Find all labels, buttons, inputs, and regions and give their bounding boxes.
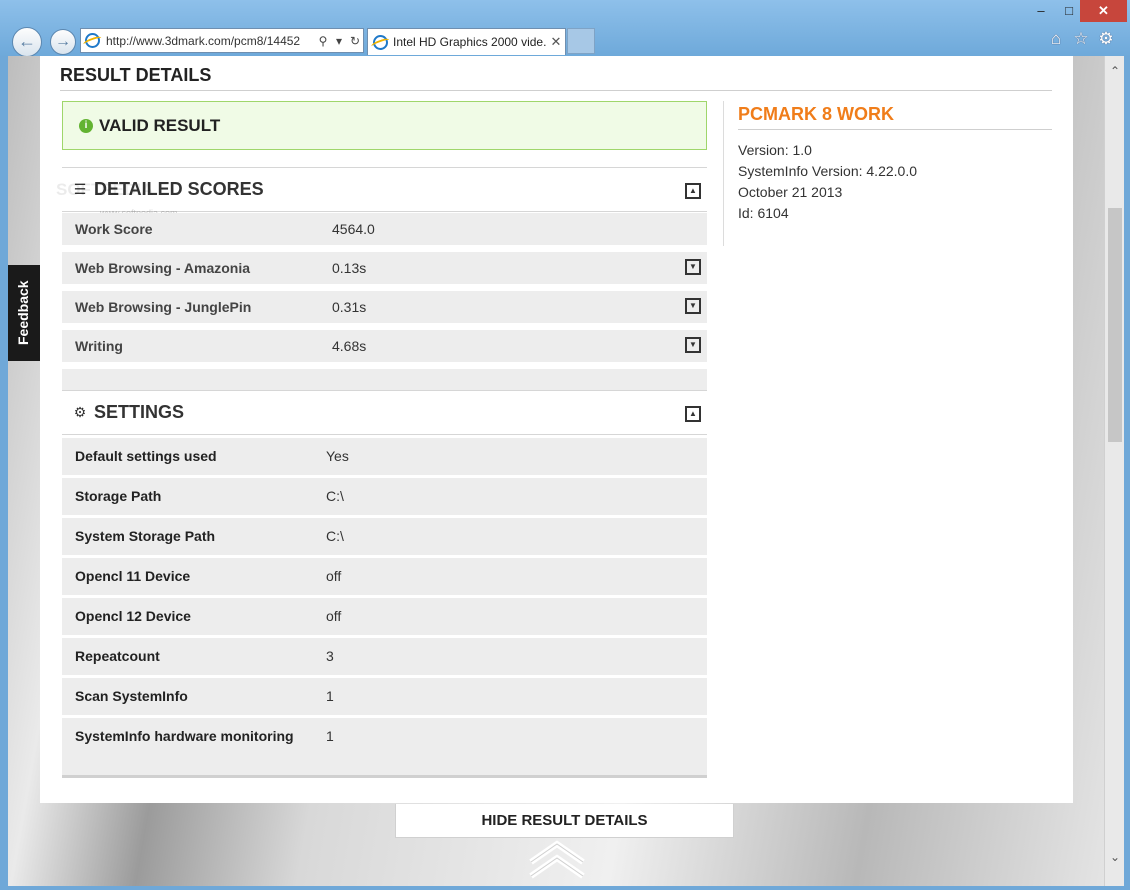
benchmark-title: PCMARK 8 WORK xyxy=(738,104,894,124)
forward-arrow-icon: → xyxy=(55,33,71,50)
watermark: SOFTPEDIA xyxy=(56,180,154,199)
score-value: 4564.0 xyxy=(332,221,375,237)
id-text: Id: 6104 xyxy=(738,205,789,221)
forward-button[interactable]: → xyxy=(50,29,76,55)
scores-filler xyxy=(62,369,707,390)
scroll-up-icon[interactable]: ⌃ xyxy=(1105,64,1125,82)
setting-label: SystemInfo hardware monitoring xyxy=(75,728,294,744)
gear-icon: ⚙ xyxy=(73,404,87,420)
ie-tab-favicon-icon xyxy=(373,34,388,50)
setting-label: Opencl 12 Device xyxy=(75,608,191,624)
expand-row-icon[interactable]: ▼ xyxy=(685,337,701,353)
settings-row: Default settings used Yes xyxy=(62,438,707,475)
collapse-settings-icon[interactable]: ▲ xyxy=(685,406,701,422)
feedback-tab[interactable]: Feedback xyxy=(8,265,40,361)
window-border-bottom xyxy=(0,886,1130,890)
setting-value: C:\ xyxy=(326,488,344,504)
tab-close-icon[interactable]: ✕ xyxy=(547,34,565,50)
close-window-button[interactable]: ✕ xyxy=(1080,0,1127,22)
setting-value: off xyxy=(326,608,342,624)
collapse-scores-icon[interactable]: ▲ xyxy=(685,183,701,199)
setting-label: System Storage Path xyxy=(75,528,216,544)
score-row: Work Score 4564.0 xyxy=(62,213,707,245)
setting-label: Repeatcount xyxy=(75,648,160,664)
vertical-scrollbar[interactable]: ⌃ ⌄ xyxy=(1104,56,1124,886)
expand-row-icon[interactable]: ▼ xyxy=(685,259,701,275)
back-arrow-icon: ← xyxy=(18,31,36,51)
tab-active[interactable]: Intel HD Graphics 2000 vide... ✕ xyxy=(367,28,566,55)
tab-title: Intel HD Graphics 2000 vide... xyxy=(393,35,547,49)
setting-value: 1 xyxy=(326,728,334,744)
browser-chrome: – □ ✕ ← → http://www.3dmark.com/pcm8/144… xyxy=(0,0,1130,57)
systeminfo-version-text: SystemInfo Version: 4.22.0.0 xyxy=(738,163,917,179)
dropdown-chevron-icon[interactable]: ▾ xyxy=(331,34,347,48)
hide-result-details-button[interactable]: HIDE RESULT DETAILS xyxy=(395,804,734,838)
new-tab-button[interactable] xyxy=(567,28,595,54)
window-border-right xyxy=(1124,56,1130,890)
setting-label: Opencl 11 Device xyxy=(75,568,191,584)
result-details-panel: RESULT DETAILS i VALID RESULT ☰ DETAILED… xyxy=(40,56,1073,803)
settings-row: Storage Path C:\ xyxy=(62,478,707,515)
setting-value: Yes xyxy=(326,448,349,464)
page-title: RESULT DETAILS xyxy=(60,65,212,85)
ie-favicon-icon xyxy=(85,33,100,48)
valid-result-banner: i VALID RESULT xyxy=(62,101,707,150)
setting-value: off xyxy=(326,568,342,584)
favorites-star-icon[interactable]: ☆ xyxy=(1071,29,1091,49)
address-text[interactable]: http://www.3dmark.com/pcm8/14452 xyxy=(106,34,315,48)
settings-filler xyxy=(62,755,707,778)
scroll-thumb[interactable] xyxy=(1108,208,1122,442)
setting-label: Storage Path xyxy=(75,488,162,504)
setting-label: Scan SystemInfo xyxy=(75,688,188,704)
score-row: Web Browsing - Amazonia 0.13s ▼ xyxy=(62,252,707,284)
settings-row: SystemInfo hardware monitoring 1 xyxy=(62,718,707,755)
settings-row: Opencl 11 Device off xyxy=(62,558,707,595)
setting-value: 3 xyxy=(326,648,334,664)
search-icon[interactable]: ⚲ xyxy=(315,34,331,48)
settings-row: Repeatcount 3 xyxy=(62,638,707,675)
expand-row-icon[interactable]: ▼ xyxy=(685,298,701,314)
score-value: 4.68s xyxy=(332,338,367,354)
settings-title: SETTINGS xyxy=(94,402,185,422)
info-check-icon: i xyxy=(79,118,93,133)
refresh-icon[interactable]: ↻ xyxy=(347,34,363,48)
setting-value: 1 xyxy=(326,688,334,704)
score-label: Web Browsing - Amazonia xyxy=(75,260,251,276)
score-label: Writing xyxy=(75,338,123,354)
settings-row: System Storage Path C:\ xyxy=(62,518,707,555)
settings-row: Scan SystemInfo 1 xyxy=(62,678,707,715)
home-icon[interactable]: ⌂ xyxy=(1046,29,1066,49)
sidebar-divider xyxy=(723,101,724,246)
settings-row: Opencl 12 Device off xyxy=(62,598,707,635)
sidebar-rule xyxy=(738,129,1052,130)
score-value: 0.13s xyxy=(332,260,367,276)
date-text: October 21 2013 xyxy=(738,184,843,200)
settings-gear-icon[interactable]: ⚙ xyxy=(1096,29,1116,49)
scroll-up-chevron-icon[interactable] xyxy=(527,840,587,880)
settings-header[interactable]: ⚙ SETTINGS ▲ xyxy=(62,390,707,435)
valid-result-text: VALID RESULT xyxy=(99,115,221,135)
setting-value: C:\ xyxy=(326,528,344,544)
back-button[interactable]: ← xyxy=(12,27,42,57)
score-label: Work Score xyxy=(75,221,153,237)
score-label: Web Browsing - JunglePin xyxy=(75,299,252,315)
scroll-down-icon[interactable]: ⌄ xyxy=(1105,850,1125,868)
title-divider xyxy=(60,90,1052,91)
address-bar[interactable]: http://www.3dmark.com/pcm8/14452 ⚲ ▾ ↻ xyxy=(80,28,364,53)
setting-label: Default settings used xyxy=(75,448,217,464)
score-row: Web Browsing - JunglePin 0.31s ▼ xyxy=(62,291,707,323)
version-text: Version: 1.0 xyxy=(738,142,812,158)
score-value: 0.31s xyxy=(332,299,367,315)
detailed-scores-header[interactable]: ☰ DETAILED SCORES ▲ xyxy=(62,167,707,212)
score-row: Writing 4.68s ▼ xyxy=(62,330,707,362)
